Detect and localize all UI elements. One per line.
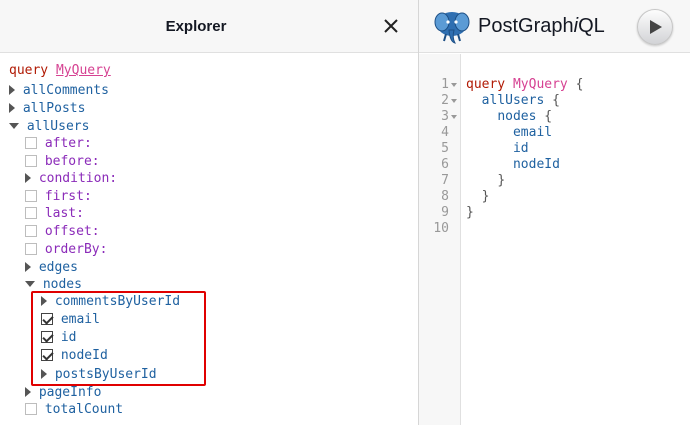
tree-item-pageInfo[interactable]: pageInfo <box>25 384 101 402</box>
expand-arrow-icon[interactable] <box>9 84 15 95</box>
tree-item-allPosts[interactable]: allPosts <box>9 100 85 118</box>
code-punctuation: { <box>567 77 584 92</box>
code-line: } <box>466 173 505 189</box>
code-line: allUsers { <box>466 93 560 109</box>
field-label: allComments <box>22 83 109 98</box>
arg-checkbox[interactable] <box>25 206 37 219</box>
code-punctuation: } <box>497 173 506 188</box>
code-field: nodeId <box>512 157 560 172</box>
app-title-suffix: QL <box>578 15 605 37</box>
code-keyword: query <box>466 77 506 92</box>
play-icon <box>650 20 662 34</box>
code-field: nodes <box>497 109 537 124</box>
app-title-prefix: PostGraph <box>478 15 574 37</box>
arg-checkbox[interactable] <box>25 224 37 237</box>
line-number: 9 <box>441 205 449 220</box>
tree-arg-last[interactable]: last: <box>25 205 84 223</box>
code-line: id <box>466 141 529 157</box>
line-number: 10 <box>433 221 449 236</box>
code-line: nodes { <box>466 109 552 125</box>
fold-arrow-icon[interactable] <box>451 77 459 93</box>
expand-arrow-icon[interactable] <box>25 386 31 397</box>
field-label: allUsers <box>26 119 90 134</box>
code-punctuation: { <box>544 93 560 108</box>
code-line: } <box>466 205 474 221</box>
collapse-arrow-icon[interactable] <box>25 280 35 287</box>
code-field: id <box>512 141 529 156</box>
expand-arrow-icon[interactable] <box>9 102 15 113</box>
tree-arg-offset[interactable]: offset: <box>25 223 100 241</box>
field-label: allPosts <box>22 101 86 116</box>
tree-arg-before[interactable]: before: <box>25 153 100 171</box>
line-number: 4 <box>441 125 449 140</box>
field-label: totalCount <box>44 402 124 417</box>
line-number: 5 <box>441 141 449 156</box>
code-line: email <box>466 125 552 141</box>
arg-label: condition: <box>38 171 118 186</box>
field-label: edges <box>38 260 78 275</box>
code-field: allUsers <box>481 93 545 108</box>
line-number: 7 <box>441 173 449 188</box>
editor-gutter: 1 2 3 4 5 6 7 8 9 10 <box>419 54 461 425</box>
query-editor[interactable]: query MyQuery { allUsers { nodes { email… <box>461 54 690 425</box>
line-number: 2 <box>441 93 449 108</box>
field-checkbox[interactable] <box>25 402 37 415</box>
field-label: pageInfo <box>38 385 102 400</box>
arg-label: before: <box>44 154 100 169</box>
arg-checkbox[interactable] <box>25 189 37 202</box>
tree-arg-first[interactable]: first: <box>25 188 92 206</box>
arg-label: orderBy: <box>44 242 108 257</box>
code-field: email <box>512 125 553 140</box>
tree-item-allComments[interactable]: allComments <box>9 82 109 100</box>
arg-label: last: <box>44 206 84 221</box>
arg-label: after: <box>44 136 92 151</box>
elephant-logo-icon <box>433 8 471 46</box>
line-number: 6 <box>441 157 449 172</box>
explorer-header: Explorer <box>0 0 418 53</box>
expand-arrow-icon[interactable] <box>25 172 31 183</box>
code-punctuation: } <box>481 189 490 204</box>
app-title: PostGraphiQL <box>478 15 605 38</box>
collapse-arrow-icon[interactable] <box>9 122 19 129</box>
explorer-panel: Explorer query MyQuery allComments allPo… <box>0 0 419 425</box>
arg-checkbox[interactable] <box>25 136 37 149</box>
field-label: nodes <box>42 277 82 292</box>
code-punctuation: { <box>536 109 553 124</box>
operation-row: query MyQuery <box>9 62 111 80</box>
selection-highlight-box <box>31 291 206 386</box>
tree-item-edges[interactable]: edges <box>25 259 78 277</box>
tree-item-allUsers[interactable]: allUsers <box>9 118 89 136</box>
code-punctuation: } <box>466 205 474 220</box>
tree-arg-orderBy[interactable]: orderBy: <box>25 241 107 259</box>
line-number: 8 <box>441 189 449 204</box>
explorer-title: Explorer <box>165 18 227 35</box>
arg-checkbox[interactable] <box>25 154 37 167</box>
code-operation-name: MyQuery <box>512 77 568 92</box>
line-number: 1 <box>441 77 449 92</box>
arg-label: first: <box>44 189 92 204</box>
code-line: query MyQuery { <box>466 77 583 93</box>
expand-arrow-icon[interactable] <box>25 261 31 272</box>
tree-item-totalCount[interactable]: totalCount <box>25 401 123 419</box>
code-line: } <box>466 189 490 205</box>
arg-checkbox[interactable] <box>25 242 37 255</box>
tree-arg-after[interactable]: after: <box>25 135 92 153</box>
arg-label: offset: <box>44 224 100 239</box>
line-number: 3 <box>441 109 449 124</box>
code-line: nodeId <box>466 157 560 173</box>
query-keyword: query <box>9 63 49 78</box>
run-query-button[interactable] <box>637 9 673 45</box>
fold-arrow-icon[interactable] <box>451 93 459 109</box>
close-icon[interactable] <box>383 18 401 36</box>
graphiql-header: PostGraphiQL <box>419 0 690 53</box>
fold-arrow-icon[interactable] <box>451 109 459 125</box>
tree-arg-condition[interactable]: condition: <box>25 170 117 188</box>
operation-name[interactable]: MyQuery <box>56 63 111 78</box>
